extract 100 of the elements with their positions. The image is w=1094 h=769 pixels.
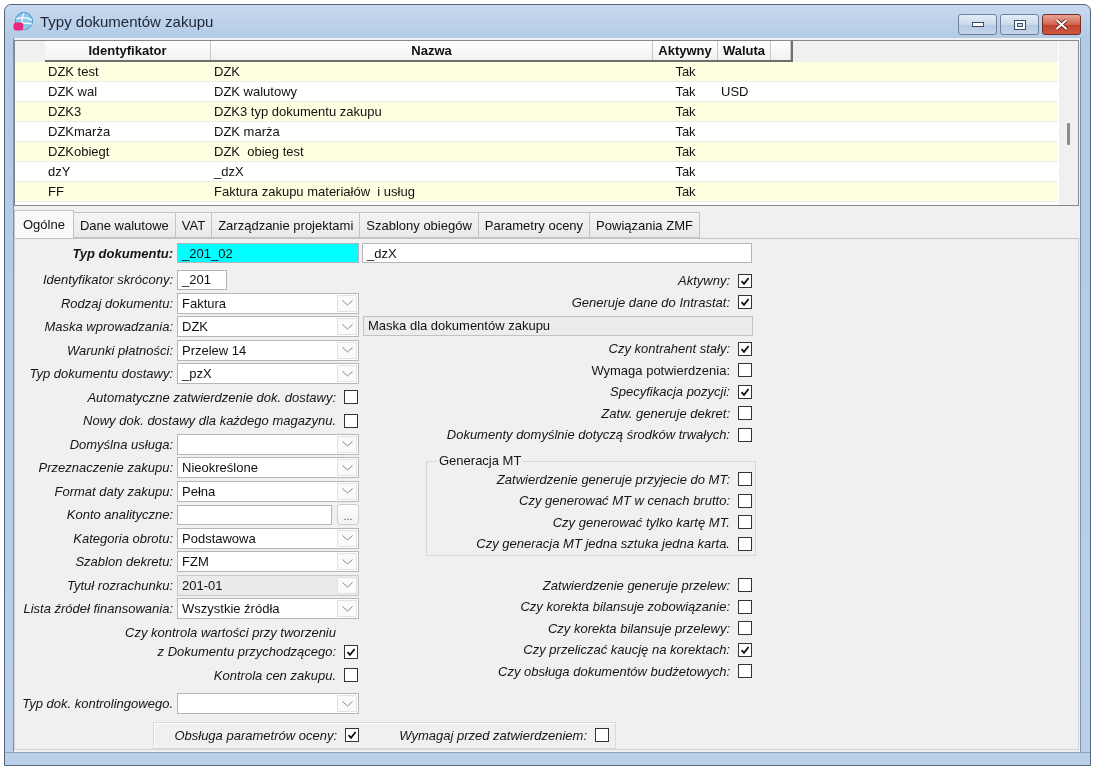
text-field[interactable]	[177, 504, 332, 525]
table-row[interactable]: DZK3 DZK3 typ dokumentu zakupu Tak	[15, 102, 1058, 122]
chevron-down-icon	[337, 294, 357, 312]
checkbox[interactable]	[344, 413, 358, 428]
field-label: Typ dokumentu dostawy:	[28, 366, 173, 382]
field-label: Tytuł rozrachunku:	[66, 577, 173, 593]
chevron-down-icon	[337, 318, 357, 336]
table-row[interactable]: FF Faktura zakupu materiałów i usług Tak	[15, 182, 1058, 202]
checkbox[interactable]	[738, 273, 752, 288]
tab[interactable]: Ogólne	[14, 210, 74, 238]
text-field[interactable]: _201_02	[177, 243, 359, 263]
checkbox[interactable]	[738, 295, 752, 310]
text-field[interactable]: _dzX	[362, 243, 752, 263]
minimize-button[interactable]	[958, 14, 997, 35]
column-header[interactable]: Nazwa	[211, 41, 653, 60]
table-cell-text: DZK marża	[213, 124, 281, 139]
browse-button[interactable]: ...	[337, 504, 359, 526]
table-cell-text: dzY	[47, 164, 72, 179]
tab[interactable]: VAT	[174, 212, 213, 238]
text-field[interactable]: _201	[177, 269, 227, 290]
column-header[interactable]: Identyfikator	[45, 41, 211, 60]
dropdown[interactable]: Przelew 14	[177, 339, 359, 361]
minimize-icon	[971, 22, 984, 27]
table-cell-text: DZK wal	[47, 84, 99, 99]
tab[interactable]: Parametry oceny	[477, 212, 591, 238]
maximize-icon	[1013, 19, 1026, 30]
chevron-down-icon	[337, 459, 357, 477]
checkbox[interactable]	[344, 390, 358, 405]
checkbox[interactable]	[738, 578, 752, 593]
table-cell-text: Tak	[674, 164, 697, 179]
table-cell-text: DZK3 typ dokumentu zakupu	[213, 104, 383, 119]
field-label: Format daty zakupu:	[53, 483, 173, 499]
checkbox[interactable]	[738, 642, 752, 657]
tab[interactable]: Zarządzanie projektami	[211, 212, 361, 238]
chevron-down-icon	[337, 365, 357, 383]
checkbox-label: Nowy dok. dostawy dla każdego magazynu.	[83, 413, 336, 429]
dropdown[interactable]: Nieokreślone	[177, 457, 359, 479]
column-header[interactable]: Aktywny	[653, 41, 718, 60]
dropdown[interactable]: _pzX	[177, 363, 359, 385]
table-cell-text: Tak	[674, 64, 697, 79]
table-cell-text: Tak	[674, 184, 697, 199]
tab[interactable]: Powiązania ZMF	[589, 212, 700, 238]
checkbox-label: Czy generować MT w cenach brutto:	[519, 493, 730, 509]
dropdown[interactable]: Faktura	[177, 292, 359, 314]
chevron-down-icon	[337, 553, 357, 571]
checkbox[interactable]	[344, 668, 358, 683]
table-row[interactable]: DZK test DZK Tak	[15, 62, 1058, 82]
tab[interactable]: Dane walutowe	[72, 212, 176, 238]
checkbox-label: Czy korekta bilansuje zobowiązanie:	[520, 599, 730, 615]
dropdown[interactable]: Wszystkie źródła	[177, 598, 359, 620]
table-cell-text: DZK test	[47, 64, 100, 79]
checkbox[interactable]	[738, 536, 752, 551]
checkbox[interactable]	[595, 728, 609, 743]
table-cell-text: Tak	[674, 124, 697, 139]
close-button[interactable]	[1042, 14, 1081, 35]
checkbox-label: Zatwierdzenie generuje przelew:	[542, 577, 730, 593]
tab[interactable]: Szablony obiegów	[359, 212, 479, 238]
dropdown[interactable]: FZM	[177, 551, 359, 573]
field-label: Lista źródeł finansowania:	[22, 601, 173, 617]
checkbox-label: Generuje dane do Intrastat:	[571, 294, 730, 310]
dropdown[interactable]: Podstawowa	[177, 527, 359, 549]
checkbox-label: Obsługa parametrów oceny:	[174, 727, 337, 743]
checkbox-label: Kontrola cen zakupu.	[213, 667, 336, 683]
dropdown[interactable]: DZK	[177, 316, 359, 338]
field-label: Typ dokumentu:	[71, 245, 173, 261]
checkbox[interactable]	[344, 644, 358, 659]
checkbox[interactable]	[738, 621, 752, 636]
checkbox-label: Wymaga potwierdzenia:	[591, 362, 730, 378]
checkbox[interactable]	[738, 363, 752, 378]
checkbox[interactable]	[738, 341, 752, 356]
vertical-scrollbar[interactable]	[1058, 41, 1078, 205]
checkbox[interactable]	[738, 472, 752, 487]
table-cell-text: DZKobiegt	[47, 144, 111, 159]
globe-icon	[13, 12, 33, 32]
checkbox-label: Aktywny:	[678, 273, 730, 289]
checkbox-label: Specyfikacja pozycji:	[610, 384, 730, 400]
checkbox-label: Czy korekta bilansuje przelewy:	[547, 620, 730, 636]
checkbox-label: Czy obsługa dokumentów budżetowych:	[498, 663, 730, 679]
field-label: Szablon dekretu:	[74, 554, 173, 570]
readonly-field: Maska dla dokumentów zakupu	[363, 315, 753, 336]
chevron-down-icon	[337, 341, 357, 359]
checkbox[interactable]	[738, 427, 752, 442]
table-cell-text: FF	[47, 184, 65, 199]
dropdown[interactable]: Pełna	[177, 480, 359, 502]
checkbox[interactable]	[738, 664, 752, 679]
checkbox[interactable]	[738, 599, 752, 614]
chevron-down-icon	[337, 435, 357, 453]
column-header[interactable]: Waluta	[718, 41, 771, 60]
table-cell-text: Tak	[674, 144, 697, 159]
checkbox[interactable]	[345, 728, 359, 743]
checkbox-label: Automatyczne zatwierdzenie dok. dostawy:	[87, 389, 336, 405]
checkbox[interactable]	[738, 406, 752, 421]
checkbox[interactable]	[738, 384, 752, 399]
maximize-button[interactable]	[1000, 14, 1039, 35]
table-row[interactable]: DZKobiegt DZK obieg test Tak	[15, 142, 1058, 162]
checkbox-label: Dokumenty domyślnie dotyczą środków trwałych:	[446, 427, 730, 443]
checkbox[interactable]	[738, 493, 752, 508]
table-cell-text: DZKmarża	[47, 124, 112, 139]
checkbox[interactable]	[738, 515, 752, 530]
checkbox-label: Wymagaj przed zatwierdzeniem:	[399, 727, 587, 743]
